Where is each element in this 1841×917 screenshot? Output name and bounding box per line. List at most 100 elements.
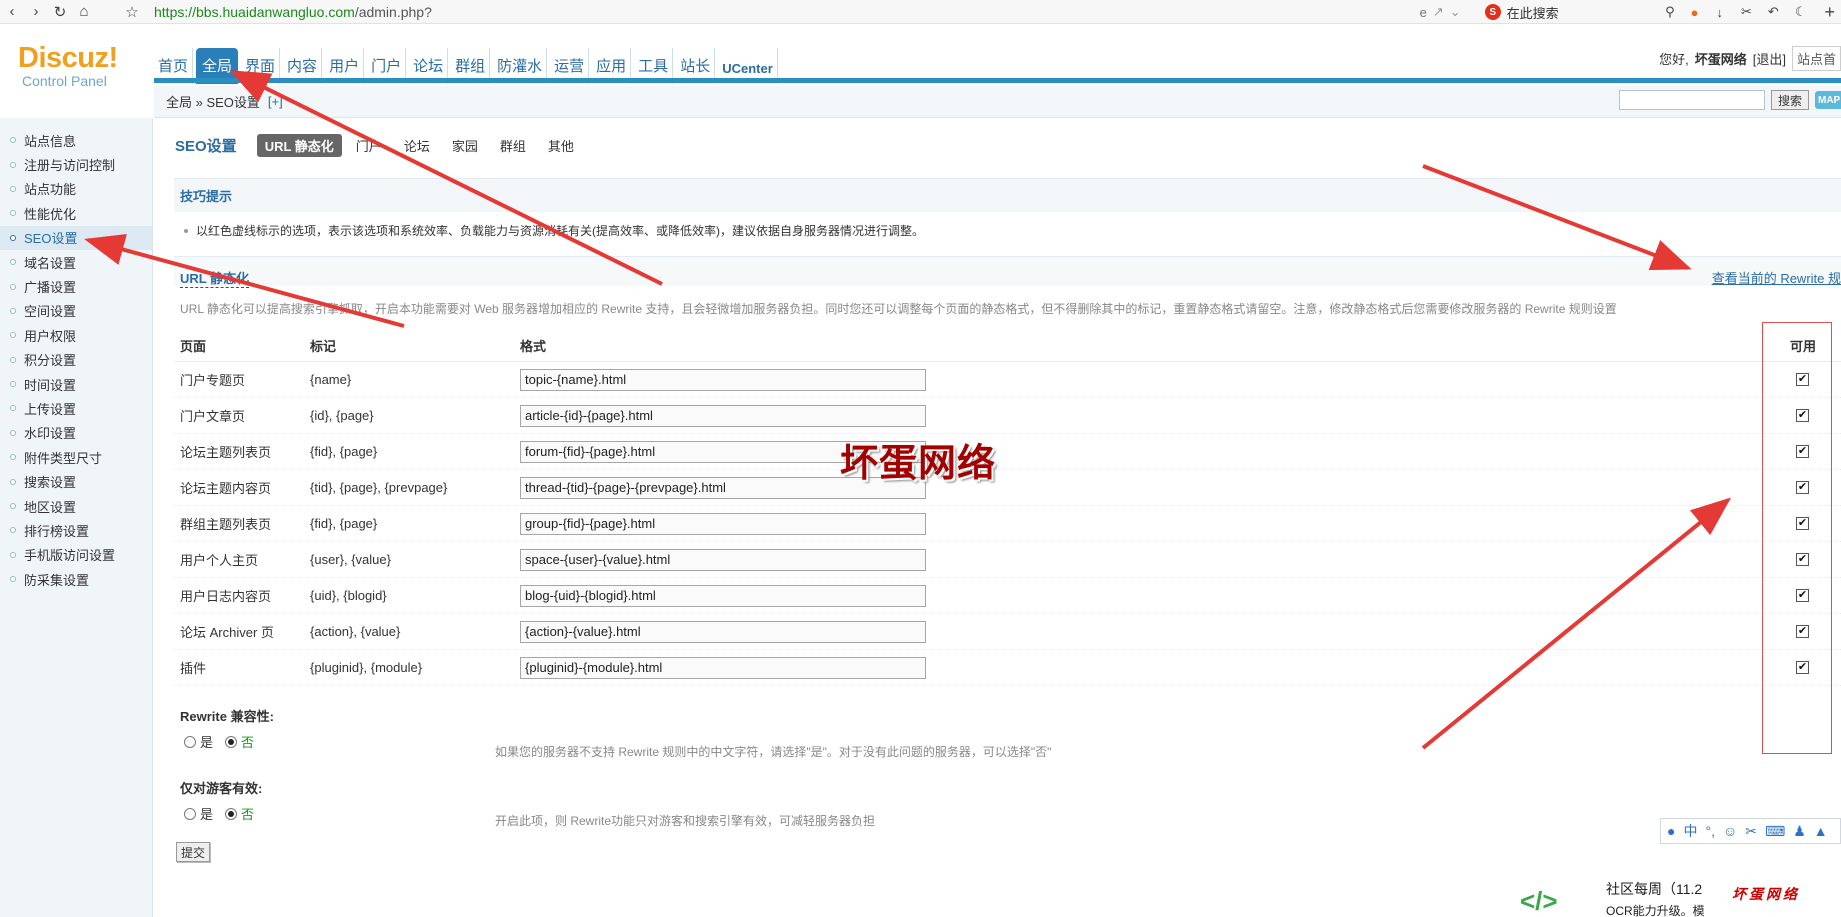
ime-logo-icon[interactable]: ● <box>1667 823 1675 839</box>
bullet-icon <box>10 454 16 461</box>
format-input[interactable]: blog-{uid}-{blogid}.html <box>520 584 926 607</box>
admin-search-input[interactable] <box>1618 90 1765 110</box>
radio-no-label: 否 <box>241 735 255 750</box>
sidebar-item-features[interactable]: 站点功能 <box>0 177 152 201</box>
user-area: 您好, 坏蛋网络 [退出] 站点首 <box>1659 46 1841 71</box>
logout-link[interactable]: [退出] <box>1753 49 1786 68</box>
view-rewrite-link[interactable]: 查看当前的 Rewrite 规 <box>1712 268 1841 287</box>
ie-icon[interactable]: e <box>1420 5 1427 20</box>
sidebar-item-label: 附件类型尺寸 <box>24 450 103 466</box>
row-tags: {uid}, {blogid} <box>310 588 387 603</box>
guest-only-no-radio[interactable] <box>225 807 238 820</box>
table-row: 论坛主题内容页 {tid}, {page}, {prevpage} thread… <box>174 470 1841 506</box>
search-icon[interactable]: ⚲ <box>1665 4 1675 20</box>
sidebar-item-space[interactable]: 空间设置 <box>0 299 152 323</box>
sidebar-item-permissions[interactable]: 用户权限 <box>0 323 152 347</box>
bullet-icon <box>10 381 16 388</box>
sidebar-item-search[interactable]: 搜索设置 <box>0 469 152 493</box>
sidebar: 站点信息 注册与访问控制 站点功能 性能优化 SEO设置 域名设置 广播设置 空… <box>0 118 153 917</box>
format-input[interactable]: space-{user}-{value}.html <box>520 548 926 571</box>
game-icon[interactable]: ● <box>1691 5 1699 20</box>
sidebar-item-label: 地区设置 <box>24 499 77 515</box>
punctuation-icon[interactable]: °, <box>1705 823 1715 839</box>
sidebar-item-label: 积分设置 <box>24 353 77 369</box>
format-input[interactable]: group-{fid}-{page}.html <box>520 512 926 535</box>
user-icon[interactable]: ♟ <box>1793 823 1806 840</box>
sidebar-item-watermark[interactable]: 水印设置 <box>0 421 152 445</box>
sidebar-item-upload[interactable]: 上传设置 <box>0 396 152 420</box>
radio-no-label: 否 <box>241 807 255 822</box>
scissors-icon[interactable]: ✂ <box>1741 4 1752 20</box>
sidebar-item-mobile[interactable]: 手机版访问设置 <box>0 543 152 567</box>
tab-other[interactable]: 其他 <box>540 134 582 157</box>
submit-button[interactable]: 提交 <box>176 842 211 862</box>
admin-search-button[interactable]: 搜索 <box>1770 90 1809 110</box>
sidebar-item-time[interactable]: 时间设置 <box>0 372 152 396</box>
tip-item: 以红色虚线标示的选项，表示该选项和系统效率、负载能力与资源消耗有关(提高效率、或… <box>184 222 924 239</box>
discuz-logo[interactable]: Discuz! Control Panel <box>18 44 118 90</box>
new-tab-icon[interactable]: + <box>1824 2 1835 23</box>
sidebar-item-seo[interactable]: SEO设置 <box>0 225 152 250</box>
format-input[interactable]: article-{id}-{page}.html <box>520 404 926 427</box>
ime-lang[interactable]: 中 <box>1683 821 1697 841</box>
address-bar[interactable]: https://bbs.huaidanwangluo.com/admin.php… <box>154 4 432 20</box>
bullet-icon <box>10 185 16 192</box>
download-icon[interactable]: ↓ <box>1717 5 1724 20</box>
home-icon[interactable]: ⌂ <box>72 0 96 24</box>
url-static-description: URL 静态化可以提高搜索引擎抓取，开启本功能需要对 Web 服务器增加相应的 … <box>180 302 1617 316</box>
rewrite-compat-no-radio[interactable] <box>225 735 238 748</box>
moon-icon[interactable]: ☾ <box>1795 4 1807 20</box>
format-input[interactable]: {pluginid}-{module}.html <box>520 656 926 679</box>
format-input[interactable]: topic-{name}.html <box>520 368 926 391</box>
site-home-link[interactable]: 站点首 <box>1791 46 1841 71</box>
tab-group[interactable]: 群组 <box>492 134 534 157</box>
chevron-down-icon[interactable]: ⌄ <box>1450 4 1461 20</box>
star-icon[interactable]: ☆ <box>120 0 144 24</box>
forward-icon[interactable]: › <box>24 0 48 24</box>
format-input[interactable]: {action}-{value}.html <box>520 620 926 643</box>
sidebar-item-ranklist[interactable]: 排行榜设置 <box>0 518 152 542</box>
tab-forum[interactable]: 论坛 <box>396 134 438 157</box>
sidebar-item-label: 搜索设置 <box>24 475 77 491</box>
row-page: 论坛 Archiver 页 <box>180 625 274 640</box>
share-icon[interactable]: ↗ <box>1433 4 1444 20</box>
row-page: 群组主题列表页 <box>180 517 272 532</box>
admin-search: 搜索 MAP <box>1618 90 1841 110</box>
sidebar-item-broadcast[interactable]: 广播设置 <box>0 274 152 298</box>
bullet-icon <box>10 429 16 436</box>
sidebar-item-label: 排行榜设置 <box>24 523 90 539</box>
row-tags: {name} <box>310 372 352 387</box>
guest-only-yes-radio[interactable] <box>184 807 196 820</box>
tab-url-static[interactable]: URL 静态化 <box>256 134 342 157</box>
browser-search[interactable]: S 在此搜索 ⚲ <box>1484 3 1675 22</box>
bullet-icon <box>10 405 16 412</box>
sidebar-item-performance[interactable]: 性能优化 <box>0 201 152 225</box>
back-icon[interactable]: ‹ <box>0 0 24 24</box>
sidebar-item-credits[interactable]: 积分设置 <box>0 348 152 372</box>
map-button[interactable]: MAP <box>1815 91 1841 109</box>
sidebar-item-site-info[interactable]: 站点信息 <box>0 128 152 152</box>
sidebar-item-label: 域名设置 <box>24 255 77 271</box>
keyboard-icon[interactable]: ⌨ <box>1765 823 1785 840</box>
table-row: 门户专题页 {name} topic-{name}.html ✔ <box>174 362 1841 398</box>
row-tags: {fid}, {page} <box>310 516 378 531</box>
undo-icon[interactable]: ↶ <box>1768 4 1779 20</box>
sidebar-item-register[interactable]: 注册与访问控制 <box>0 152 152 176</box>
bullet-icon <box>10 283 16 290</box>
sidebar-item-label: 空间设置 <box>24 304 77 320</box>
bullet-icon <box>10 161 16 168</box>
sidebar-item-attachment[interactable]: 附件类型尺寸 <box>0 445 152 469</box>
bullet-icon <box>10 210 16 217</box>
sidebar-item-domain[interactable]: 域名设置 <box>0 250 152 274</box>
sidebar-item-region[interactable]: 地区设置 <box>0 494 152 518</box>
tab-home[interactable]: 家园 <box>444 134 486 157</box>
reload-icon[interactable]: ↻ <box>48 0 72 24</box>
browser-search-input[interactable]: 在此搜索 <box>1507 3 1559 22</box>
tab-portal[interactable]: 门户 <box>348 134 390 157</box>
sidebar-item-anticollect[interactable]: 防采集设置 <box>0 567 152 591</box>
rewrite-compat-yes-radio[interactable] <box>184 735 196 748</box>
scissors-icon[interactable]: ✂ <box>1745 823 1757 840</box>
emoji-icon[interactable]: ☺ <box>1723 823 1737 839</box>
add-shortcut-link[interactable]: [+] <box>268 94 283 109</box>
shirt-icon[interactable]: ▲ <box>1814 823 1828 839</box>
